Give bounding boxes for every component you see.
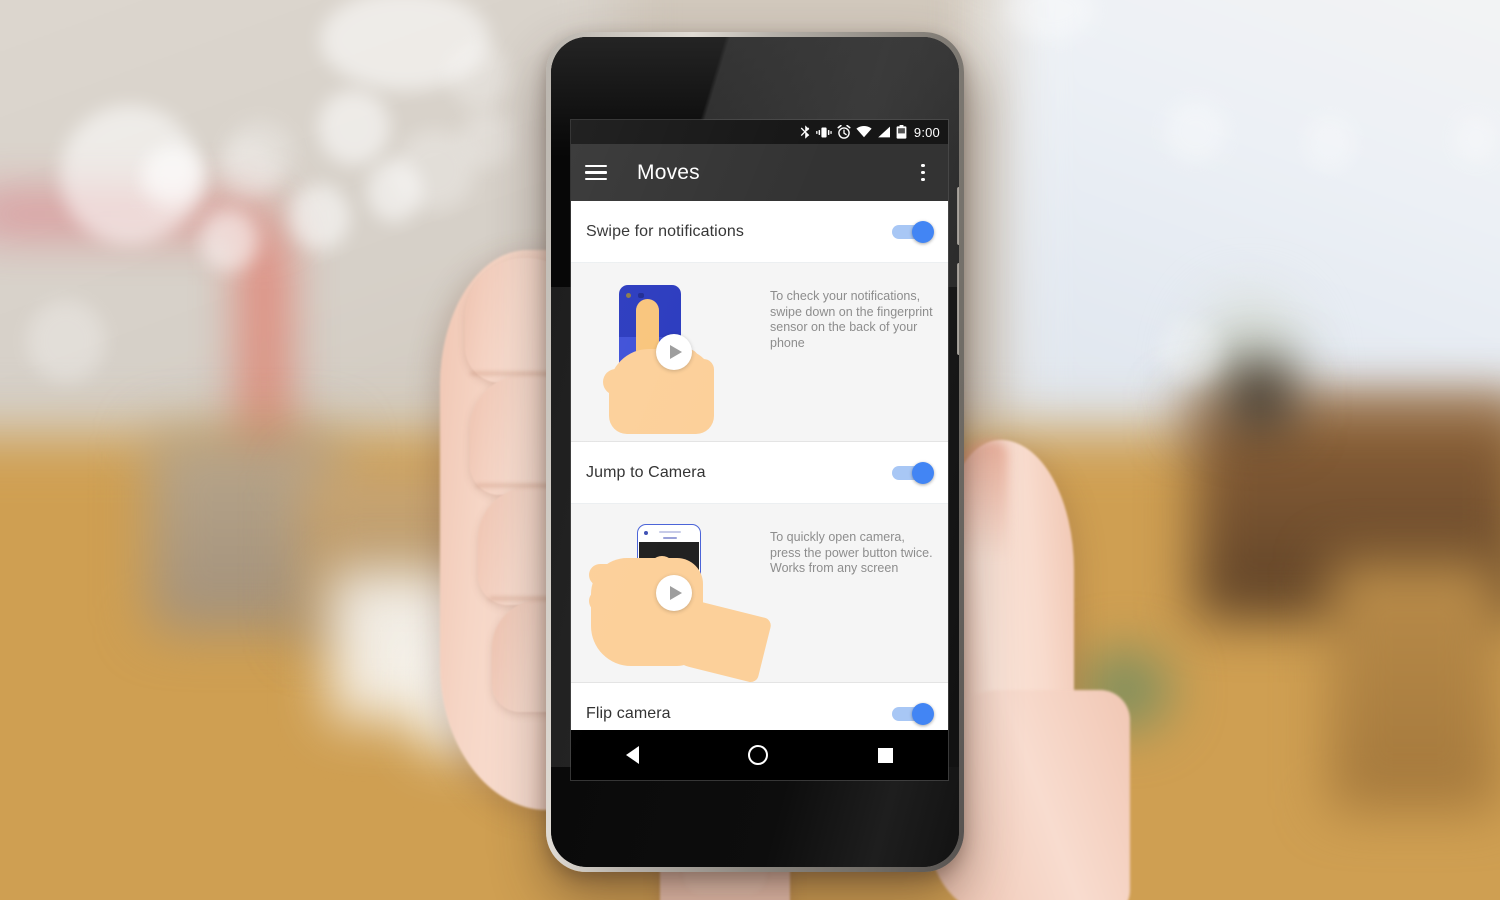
phone-screen: 9:00 Moves Swipe for notifications To ch…: [571, 120, 948, 780]
play-triangle-icon: [669, 345, 682, 359]
setting-description: To quickly open camera, press the power …: [770, 530, 933, 575]
setting-title: Swipe for notifications: [586, 222, 744, 240]
bg-dark-object: [1230, 360, 1290, 430]
overflow-menu-icon[interactable]: [912, 162, 934, 184]
bokeh-light: [367, 160, 422, 222]
toggle-thumb: [912, 702, 934, 725]
phone-device: 9:00 Moves Swipe for notifications To ch…: [546, 32, 964, 872]
vibrate-icon: [816, 127, 832, 137]
bokeh-light: [1455, 115, 1497, 163]
phone-back-fingerprint-swipe-illustration: [581, 277, 766, 434]
bokeh-light: [318, 90, 390, 165]
home-button[interactable]: [748, 745, 769, 765]
alarm-icon: [837, 125, 851, 139]
setting-row-swipe-for-notifications[interactable]: Swipe for notifications: [571, 201, 948, 263]
settings-list[interactable]: Swipe for notifications To check your no…: [571, 201, 948, 780]
battery-icon: [896, 125, 907, 139]
hand-holding-phone-illustration: [581, 518, 773, 684]
illus-camera-lens: [626, 293, 631, 298]
bokeh-light: [225, 120, 295, 190]
illus-finger: [589, 590, 629, 612]
bokeh-light: [143, 145, 203, 203]
bg-right-chair: [1330, 560, 1500, 810]
setting-detail-jump-to-camera: To quickly open camera, press the power …: [571, 504, 948, 684]
bokeh-light: [290, 185, 350, 250]
app-toolbar: Moves: [571, 144, 948, 201]
hamburger-menu-icon[interactable]: [585, 164, 607, 181]
play-triangle-icon: [669, 586, 682, 600]
setting-row-jump-to-camera[interactable]: Jump to Camera: [571, 442, 948, 504]
bokeh-light: [448, 45, 510, 107]
phone-body: 9:00 Moves Swipe for notifications To ch…: [551, 37, 959, 867]
setting-title: Jump to Camera: [586, 463, 706, 481]
play-video-button[interactable]: [655, 575, 692, 611]
power-button[interactable]: [957, 187, 959, 245]
android-navigation-bar: [571, 730, 948, 780]
toggle-thumb: [912, 461, 934, 484]
bluetooth-icon: [800, 125, 810, 139]
setting-description: To check your notifications, swipe down …: [770, 289, 933, 350]
bokeh-light: [1160, 320, 1222, 382]
illus-thumb: [603, 369, 633, 395]
illus-finger: [599, 636, 633, 656]
recents-button[interactable]: [878, 747, 894, 763]
illus-flash: [638, 293, 644, 298]
page-title: Moves: [637, 160, 700, 184]
setting-detail-swipe-for-notifications: To check your notifications, swipe down …: [571, 263, 948, 442]
bokeh-light: [27, 300, 105, 382]
illus-finger: [593, 614, 631, 635]
setting-title: Flip camera: [586, 704, 671, 722]
toggle-jump-to-camera[interactable]: [892, 461, 934, 484]
back-button[interactable]: [625, 746, 639, 764]
toggle-flip-camera[interactable]: [892, 702, 934, 725]
volume-button[interactable]: [957, 263, 959, 355]
illus-front-camera: [644, 531, 648, 535]
status-bar-clock: 9:00: [913, 124, 940, 140]
toggle-swipe-for-notifications[interactable]: [892, 220, 934, 243]
wifi-icon: [856, 126, 872, 138]
bokeh-light: [200, 210, 258, 272]
phone-chin: [551, 767, 959, 867]
play-video-button[interactable]: [655, 334, 692, 370]
bokeh-light: [460, 110, 515, 168]
bokeh-light: [1305, 115, 1355, 170]
status-bar: 9:00: [571, 120, 948, 144]
cell-signal-icon: [878, 126, 890, 138]
illus-finger: [589, 564, 631, 586]
bokeh-light: [1165, 100, 1227, 162]
toggle-thumb: [912, 220, 934, 243]
